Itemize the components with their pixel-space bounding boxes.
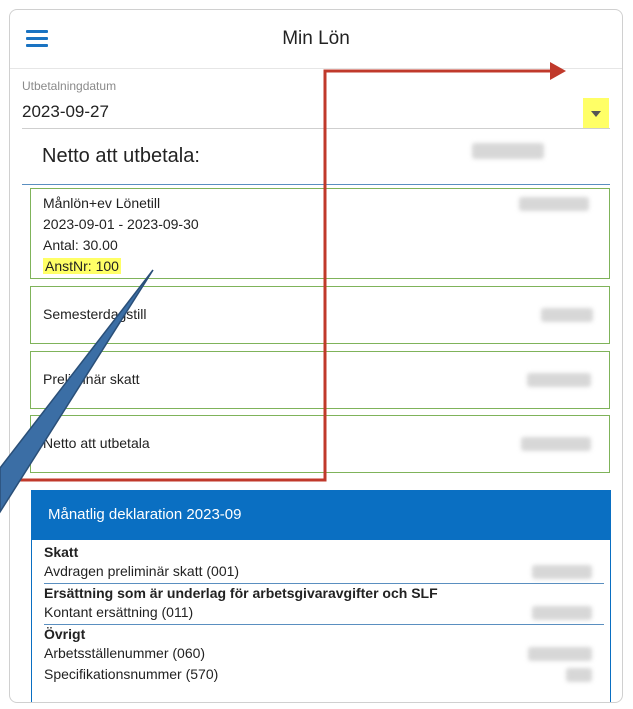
section-divider xyxy=(44,583,604,584)
section-divider xyxy=(44,624,604,625)
pay-line-title: Semesterdagstill xyxy=(43,306,147,322)
pay-line-card-salary[interactable]: Månlön+ev Lönetill 2023-09-01 - 2023-09-… xyxy=(30,188,610,279)
monthly-declaration-header[interactable]: Månatlig deklaration 2023-09 xyxy=(32,491,610,540)
section-heading-compensation: Ersättning som är underlag för arbetsgiv… xyxy=(44,585,438,601)
employee-number-highlight: AnstNr: 100 xyxy=(43,258,121,274)
declaration-amount-redacted xyxy=(532,606,592,620)
pay-line-title: Månlön+ev Lönetill xyxy=(43,195,161,211)
net-pay-label: Netto att utbetala: xyxy=(42,145,200,167)
payslip-app: Min Lön Utbetalningdatum 2023-09-27 Nett… xyxy=(9,9,623,703)
monthly-declaration-title: Månatlig deklaration 2023-09 xyxy=(48,506,242,523)
declaration-item-workplace-number: Arbetsställenummer (060) xyxy=(44,645,206,661)
pay-line-amount-redacted xyxy=(541,308,593,322)
pay-line-employee-number: AnstNr: 100 xyxy=(43,258,121,274)
pay-line-title: Preliminär skatt xyxy=(43,371,140,387)
monthly-declaration-panel: Månatlig deklaration 2023-09 Skatt Avdra… xyxy=(31,490,611,702)
pay-line-amount-redacted xyxy=(521,437,591,451)
declaration-amount-redacted xyxy=(532,565,592,579)
net-pay-divider xyxy=(22,184,610,185)
pay-line-title: Netto att utbetala xyxy=(43,435,150,451)
top-bar: Min Lön xyxy=(10,10,622,69)
section-heading-tax: Skatt xyxy=(44,544,79,560)
declaration-item-cash-compensation: Kontant ersättning (011) xyxy=(44,604,194,620)
dropdown-arrow-icon[interactable] xyxy=(583,98,609,128)
declaration-item-specification-number: Specifikationsnummer (570) xyxy=(44,666,219,682)
net-pay-amount-redacted xyxy=(472,143,544,159)
declaration-amount-redacted xyxy=(528,647,592,661)
pay-line-count: Antal: 30.00 xyxy=(43,237,118,253)
pay-line-amount-redacted xyxy=(519,197,589,211)
declaration-amount-redacted xyxy=(566,668,592,682)
payment-date-value[interactable]: 2023-09-27 xyxy=(22,102,109,122)
payment-date-label: Utbetalningdatum xyxy=(22,79,117,93)
app-title: Min Lön xyxy=(282,28,350,49)
pay-line-card-net[interactable]: Netto att utbetala xyxy=(30,415,610,473)
pay-line-period: 2023-09-01 - 2023-09-30 xyxy=(43,216,199,232)
declaration-item-preliminary-tax: Avdragen preliminär skatt (001) xyxy=(44,563,240,579)
pay-line-card-vacation[interactable]: Semesterdagstill xyxy=(30,286,610,344)
pay-line-amount-redacted xyxy=(527,373,591,387)
pay-line-card-tax[interactable]: Preliminär skatt xyxy=(30,351,610,409)
section-heading-other: Övrigt xyxy=(44,626,86,642)
date-field-underline xyxy=(22,128,610,129)
